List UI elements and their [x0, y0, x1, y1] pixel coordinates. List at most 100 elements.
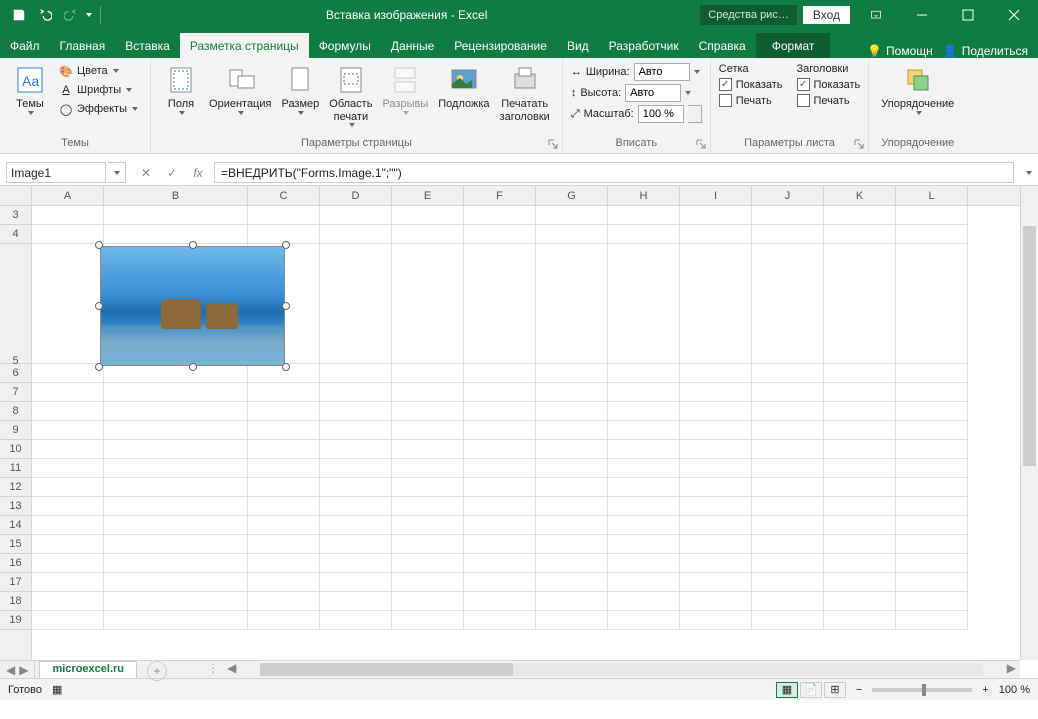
close-icon[interactable]	[994, 0, 1034, 30]
col-header-I[interactable]: I	[680, 186, 752, 205]
undo-icon[interactable]	[34, 4, 56, 26]
tab-file[interactable]: Файл	[0, 33, 50, 58]
theme-fonts[interactable]: AШрифты	[54, 81, 142, 99]
breaks-button[interactable]: Разрывы	[378, 62, 432, 115]
tab-format[interactable]: Формат	[756, 33, 831, 58]
resize-handle-se[interactable]	[282, 363, 290, 371]
tab-review[interactable]: Рецензирование	[444, 33, 557, 58]
row-header-5[interactable]: 5	[0, 244, 31, 364]
height-input[interactable]	[625, 84, 681, 102]
size-button[interactable]: Размер	[277, 62, 323, 115]
row-header-12[interactable]: 12	[0, 478, 31, 497]
tab-developer[interactable]: Разработчик	[599, 33, 689, 58]
col-header-K[interactable]: K	[824, 186, 896, 205]
arrange-button[interactable]: Упорядочение	[877, 62, 958, 115]
resize-handle-sw[interactable]	[95, 363, 103, 371]
resize-handle-e[interactable]	[282, 302, 290, 310]
row-header-15[interactable]: 15	[0, 535, 31, 554]
width-input[interactable]	[634, 63, 690, 81]
dialog-launcher-icon[interactable]	[853, 138, 865, 150]
col-header-D[interactable]: D	[320, 186, 392, 205]
zoom-out-button[interactable]: −	[856, 684, 862, 696]
tab-data[interactable]: Данные	[381, 33, 444, 58]
maximize-icon[interactable]	[948, 0, 988, 30]
tell-me[interactable]: 💡Помощн	[867, 44, 933, 58]
theme-effects[interactable]: ◯Эффекты	[54, 100, 142, 118]
embedded-image-object[interactable]	[100, 246, 285, 366]
dialog-launcher-icon[interactable]	[695, 138, 707, 150]
headings-print-check[interactable]: Печать	[797, 93, 861, 108]
headings-view-check[interactable]: Показать	[797, 77, 861, 92]
share-button[interactable]: 👤Поделиться	[943, 44, 1028, 58]
tab-help[interactable]: Справка	[689, 33, 756, 58]
resize-handle-ne[interactable]	[282, 241, 290, 249]
margins-button[interactable]: Поля	[159, 62, 203, 115]
hscroll-right-icon[interactable]: ▶	[1003, 661, 1020, 678]
row-header-18[interactable]: 18	[0, 592, 31, 611]
insert-function-icon[interactable]: fx	[188, 166, 208, 180]
tab-view[interactable]: Вид	[557, 33, 599, 58]
gridlines-view-check[interactable]: Показать	[719, 77, 783, 92]
background-button[interactable]: Подложка	[434, 62, 493, 111]
gridlines-print-check[interactable]: Печать	[719, 93, 783, 108]
row-header-16[interactable]: 16	[0, 554, 31, 573]
row-header-19[interactable]: 19	[0, 611, 31, 630]
dialog-launcher-icon[interactable]	[547, 138, 559, 150]
themes-button[interactable]: Aa Темы	[8, 62, 52, 115]
contextual-tools-tab[interactable]: Средства рис…	[700, 5, 797, 25]
orientation-button[interactable]: Ориентация	[205, 62, 275, 115]
row-header-14[interactable]: 14	[0, 516, 31, 535]
enter-formula-icon[interactable]: ✓	[162, 166, 182, 180]
save-icon[interactable]	[8, 4, 30, 26]
col-header-G[interactable]: G	[536, 186, 608, 205]
resize-handle-nw[interactable]	[95, 241, 103, 249]
hscroll-left-icon[interactable]: ◀	[223, 661, 240, 678]
select-all-corner[interactable]	[0, 186, 32, 206]
formula-input[interactable]: =ВНЕДРИТЬ("Forms.Image.1";"")	[214, 162, 1014, 183]
col-header-L[interactable]: L	[896, 186, 968, 205]
col-header-A[interactable]: A	[32, 186, 104, 205]
col-header-J[interactable]: J	[752, 186, 824, 205]
zoom-level[interactable]: 100 %	[999, 684, 1030, 696]
horizontal-scrollbar[interactable]	[260, 663, 982, 676]
resize-handle-w[interactable]	[95, 302, 103, 310]
resize-handle-n[interactable]	[189, 241, 197, 249]
expand-formula-bar-icon[interactable]	[1020, 160, 1038, 185]
vertical-scrollbar[interactable]	[1020, 186, 1038, 660]
theme-colors[interactable]: 🎨Цвета	[54, 62, 142, 80]
qat-dropdown-icon[interactable]	[86, 13, 92, 17]
row-header-13[interactable]: 13	[0, 497, 31, 516]
tab-formulas[interactable]: Формулы	[309, 33, 381, 58]
scale-input[interactable]	[638, 105, 684, 123]
normal-view-button[interactable]: ▦	[776, 682, 798, 698]
sheet-tab[interactable]: microexcel.ru	[39, 661, 137, 678]
redo-icon[interactable]	[60, 4, 82, 26]
row-header-11[interactable]: 11	[0, 459, 31, 478]
cells-area[interactable]	[32, 206, 1020, 660]
col-header-E[interactable]: E	[392, 186, 464, 205]
row-header-6[interactable]: 6	[0, 364, 31, 383]
zoom-slider[interactable]	[872, 688, 972, 692]
sheet-nav-next-icon[interactable]: ▶	[19, 663, 28, 677]
page-layout-view-button[interactable]: 📄	[800, 682, 822, 698]
row-header-3[interactable]: 3	[0, 206, 31, 225]
print-titles-button[interactable]: Печататьзаголовки	[496, 62, 554, 123]
row-header-9[interactable]: 9	[0, 421, 31, 440]
name-box-dropdown[interactable]	[108, 162, 126, 183]
row-header-8[interactable]: 8	[0, 402, 31, 421]
cancel-formula-icon[interactable]: ✕	[136, 166, 156, 180]
name-box[interactable]: Image1	[6, 162, 106, 183]
page-break-view-button[interactable]: ⊞	[824, 682, 846, 698]
row-header-17[interactable]: 17	[0, 573, 31, 592]
tab-home[interactable]: Главная	[50, 33, 116, 58]
row-header-4[interactable]: 4	[0, 225, 31, 244]
macro-record-icon[interactable]: ▦	[52, 683, 62, 696]
login-button[interactable]: Вход	[803, 6, 850, 24]
zoom-in-button[interactable]: +	[982, 684, 988, 696]
sheet-nav-prev-icon[interactable]: ◀	[6, 663, 15, 677]
dropdown-icon[interactable]	[685, 91, 691, 95]
row-header-10[interactable]: 10	[0, 440, 31, 459]
row-header-7[interactable]: 7	[0, 383, 31, 402]
tab-page-layout[interactable]: Разметка страницы	[180, 33, 309, 58]
col-header-F[interactable]: F	[464, 186, 536, 205]
